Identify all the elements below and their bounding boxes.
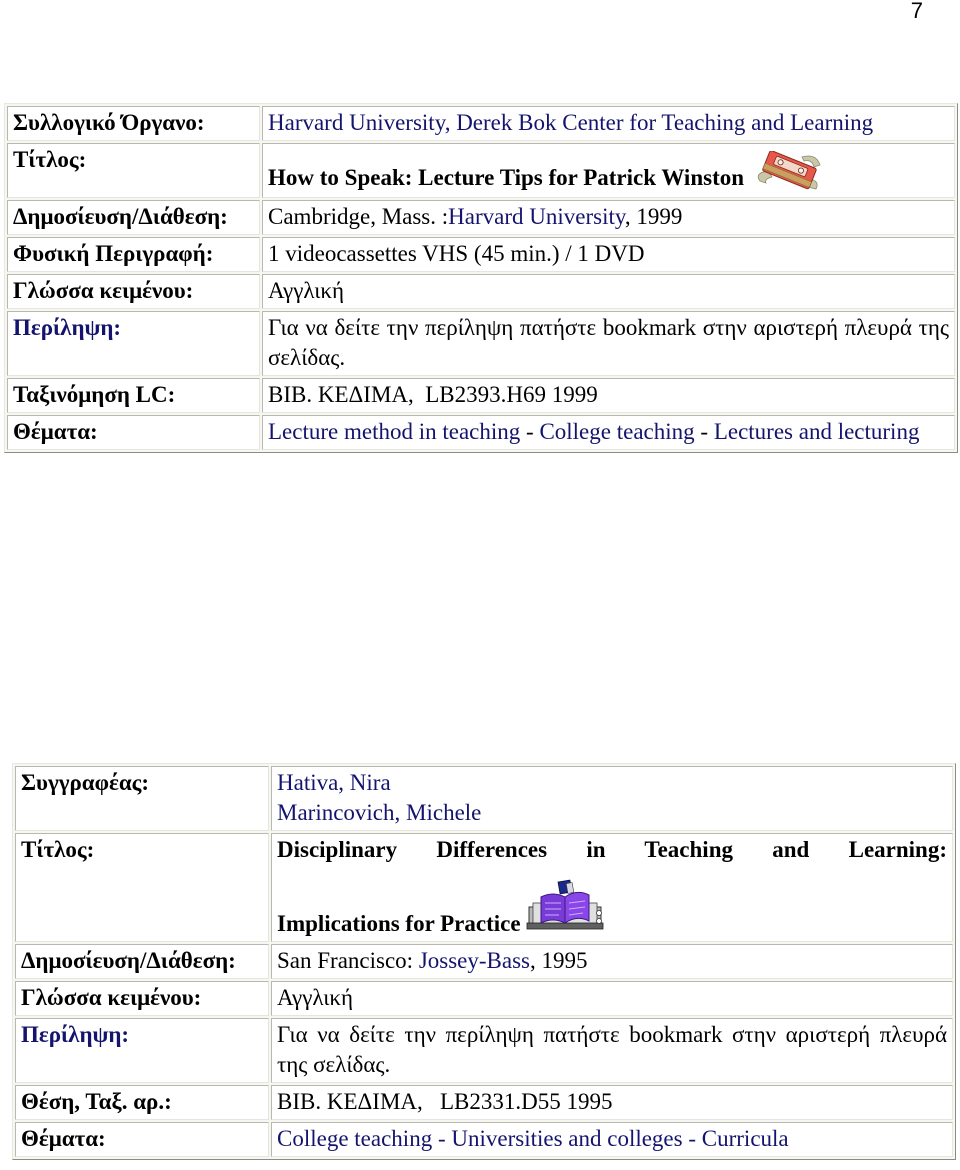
row-subjects: Θέματα: College teaching - Universities … bbox=[15, 1122, 953, 1157]
title-label: Τίτλος: bbox=[7, 143, 260, 198]
subject-link[interactable]: College teaching bbox=[539, 419, 694, 444]
subjects-label: Θέματα: bbox=[7, 415, 260, 450]
title-text: How to Speak: Lecture Tips for Patrick W… bbox=[268, 165, 745, 190]
subject-separator: - bbox=[682, 1126, 702, 1151]
title-line-2-wrap: Implications for Practice bbox=[277, 873, 947, 939]
row-lc-classification: Ταξινόμηση LC: BIB. ΚΕΔΙΜΑ, LB2393.H69 1… bbox=[7, 378, 955, 413]
row-physical-description: Φυσική Περιγραφή: 1 videocassettes VHS (… bbox=[7, 237, 955, 272]
summary-label-link[interactable]: Περίληψη: bbox=[7, 311, 260, 376]
subject-link[interactable]: Lectures and lecturing bbox=[714, 419, 920, 444]
publication-value: San Francisco: Jossey-Bass, 1995 bbox=[271, 944, 953, 979]
book-icon bbox=[521, 873, 605, 939]
page-number: 7 bbox=[910, 0, 923, 23]
title-line-1: Disciplinary Differences in Teaching and… bbox=[277, 837, 947, 862]
publisher-link[interactable]: Harvard University bbox=[448, 204, 625, 229]
language-value: Αγγλική bbox=[271, 981, 953, 1016]
row-call-number: Θέση, Ταξ. αρ.: BIB. ΚΕΔΙΜΑ, LB2331.D55 … bbox=[15, 1085, 953, 1120]
summary-value: Για να δείτε την περίληψη πατήστε bookma… bbox=[262, 311, 955, 376]
subject-separator: - bbox=[694, 419, 714, 444]
videocassette-icon bbox=[744, 145, 830, 193]
author-link[interactable]: Marincovich, Michele bbox=[277, 798, 947, 828]
row-publication: Δημοσίευση/Διάθεση: Cambridge, Mass. :Ha… bbox=[7, 200, 955, 235]
subject-separator: - bbox=[520, 419, 540, 444]
corporate-body-link[interactable]: Harvard University, Derek Bok Center for… bbox=[262, 106, 955, 141]
row-language: Γλώσσα κειμένου: Αγγλική bbox=[7, 274, 955, 309]
authors-label: Συγγραφέας: bbox=[15, 766, 269, 831]
row-summary: Περίληψη: Για να δείτε την περίληψη πατή… bbox=[7, 311, 955, 376]
subjects-value: Lecture method in teaching - College tea… bbox=[262, 415, 955, 450]
publication-year: , 1999 bbox=[624, 204, 683, 229]
catalog-record-2: Συγγραφέας: Hativa, Nira Marincovich, Mic… bbox=[12, 763, 956, 1160]
row-subjects: Θέματα: Lecture method in teaching - Col… bbox=[7, 415, 955, 450]
subjects-value: College teaching - Universities and coll… bbox=[271, 1122, 953, 1157]
call-number-label: Θέση, Ταξ. αρ.: bbox=[15, 1085, 269, 1120]
publication-year: , 1995 bbox=[529, 948, 588, 973]
row-corporate-body: Συλλογικό Όργανο: Harvard University, De… bbox=[7, 106, 955, 141]
title-label: Τίτλος: bbox=[15, 833, 269, 942]
row-title: Τίτλος: Disciplinary Differences in Teac… bbox=[15, 833, 953, 942]
subject-link[interactable]: College teaching bbox=[277, 1126, 432, 1151]
lc-classification-label: Ταξινόμηση LC: bbox=[7, 378, 260, 413]
row-title: Τίτλος: How to Speak: Lecture Tips for P… bbox=[7, 143, 955, 198]
publication-label: Δημοσίευση/Διάθεση: bbox=[7, 200, 260, 235]
author-link[interactable]: Hativa, Nira bbox=[277, 768, 947, 798]
language-label: Γλώσσα κειμένου: bbox=[15, 981, 269, 1016]
language-label: Γλώσσα κειμένου: bbox=[7, 274, 260, 309]
row-publication: Δημοσίευση/Διάθεση: San Francisco: Josse… bbox=[15, 944, 953, 979]
authors-value: Hativa, Nira Marincovich, Michele bbox=[271, 766, 953, 831]
title-cell: Disciplinary Differences in Teaching and… bbox=[271, 833, 953, 942]
subject-separator: - bbox=[432, 1126, 452, 1151]
physical-description-value: 1 videocassettes VHS (45 min.) / 1 DVD bbox=[262, 237, 955, 272]
summary-value: Για να δείτε την περίληψη πατήστε bookma… bbox=[271, 1018, 953, 1083]
subjects-label: Θέματα: bbox=[15, 1122, 269, 1157]
row-authors: Συγγραφέας: Hativa, Nira Marincovich, Mic… bbox=[15, 766, 953, 831]
physical-description-label: Φυσική Περιγραφή: bbox=[7, 237, 260, 272]
publication-label: Δημοσίευση/Διάθεση: bbox=[15, 944, 269, 979]
summary-label-link[interactable]: Περίληψη: bbox=[15, 1018, 269, 1083]
publication-value: Cambridge, Mass. :Harvard University, 19… bbox=[262, 200, 955, 235]
corporate-body-label: Συλλογικό Όργανο: bbox=[7, 106, 260, 141]
subject-link[interactable]: Lecture method in teaching bbox=[268, 419, 520, 444]
language-value: Αγγλική bbox=[262, 274, 955, 309]
catalog-record-1: Συλλογικό Όργανο: Harvard University, De… bbox=[4, 103, 958, 453]
call-number-value: BIB. ΚΕΔΙΜΑ, LB2331.D55 1995 bbox=[271, 1085, 953, 1120]
subject-link[interactable]: Universities and colleges bbox=[451, 1126, 682, 1151]
title-line-2: Implications for Practice bbox=[277, 911, 521, 936]
lc-classification-value: BIB. ΚΕΔΙΜΑ, LB2393.H69 1999 bbox=[262, 378, 955, 413]
row-language: Γλώσσα κειμένου: Αγγλική bbox=[15, 981, 953, 1016]
subject-link[interactable]: Curricula bbox=[702, 1126, 789, 1151]
publication-place: Cambridge, Mass. : bbox=[268, 204, 449, 229]
publication-place: San Francisco: bbox=[277, 948, 419, 973]
publisher-link[interactable]: Jossey-Bass bbox=[419, 948, 530, 973]
title-cell: How to Speak: Lecture Tips for Patrick W… bbox=[262, 143, 955, 198]
row-summary: Περίληψη: Για να δείτε την περίληψη πατή… bbox=[15, 1018, 953, 1083]
